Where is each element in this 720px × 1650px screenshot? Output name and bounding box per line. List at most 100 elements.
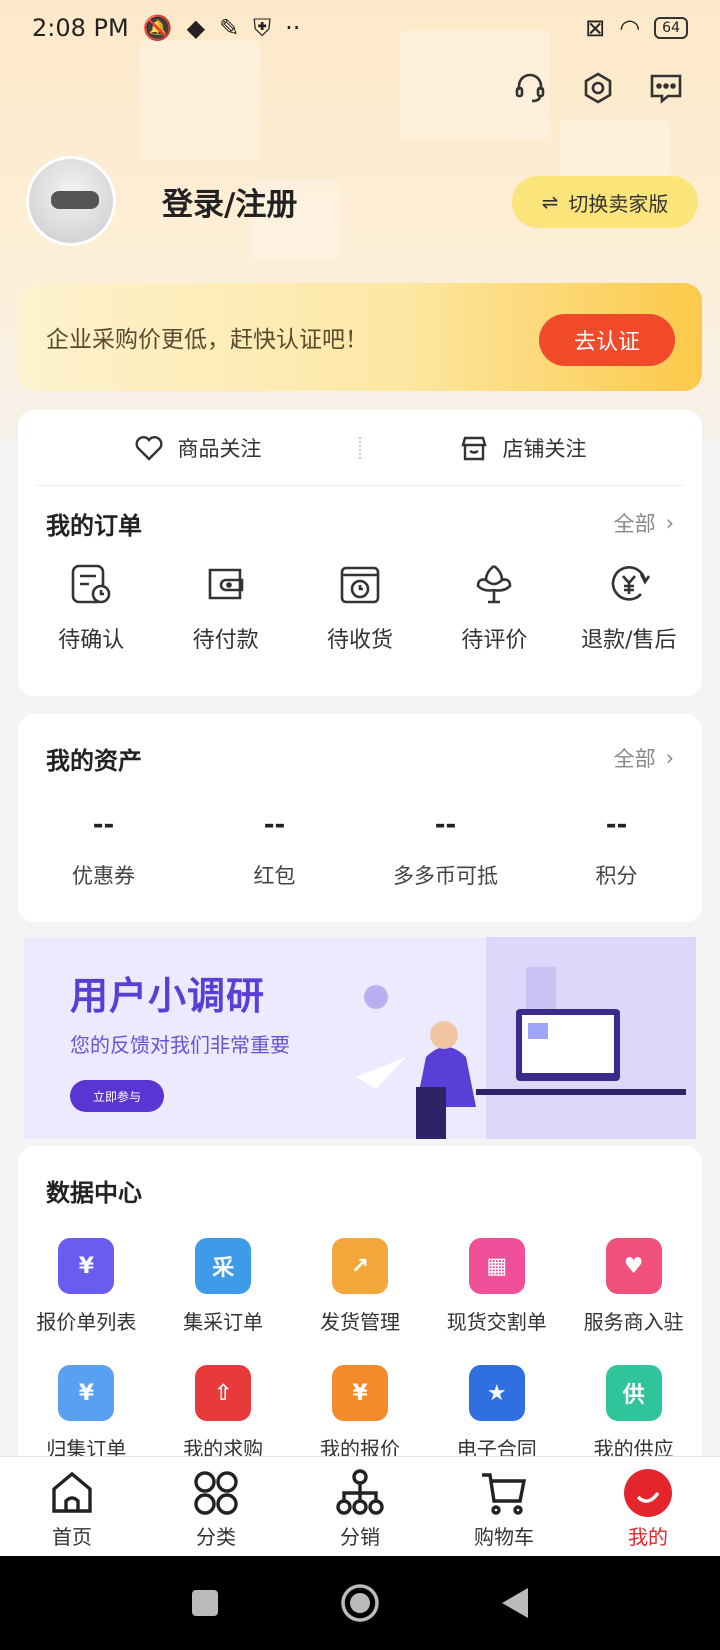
verify-button[interactable]: 去认证 (539, 314, 675, 366)
collected-orders[interactable]: ¥ 归集订单 (18, 1365, 155, 1462)
order-pending-review-label: 待评价 (461, 628, 528, 653)
home-icon (52, 1471, 92, 1513)
assets-all-link[interactable]: 全部 › (614, 743, 674, 773)
service-provider[interactable]: ♥ 服务商入驻 (565, 1238, 702, 1335)
system-nav-bar (0, 1556, 720, 1650)
my-supply[interactable]: 供 我的供应 (565, 1365, 702, 1462)
back-icon[interactable] (500, 1586, 530, 1620)
group-purchase-orders[interactable]: 采 集采订单 (155, 1238, 292, 1335)
data-center-card: 数据中心 ¥ 报价单列表 采 集采订单 ↗ 发货管理 ▦ 现货交割单 ♥ 服务商… (18, 1146, 702, 1476)
spot-delivery-label: 现货交割单 (446, 1310, 547, 1334)
service-provider-icon: ♥ (605, 1238, 662, 1294)
quote-list-icon: ¥ (58, 1238, 115, 1294)
asset-coupon[interactable]: -- 优惠券 (18, 810, 189, 890)
clip-icon: ✎ (219, 14, 240, 42)
tab-profile[interactable]: 我的 (576, 1457, 720, 1556)
survey-join-button[interactable]: 立即参与 (70, 1080, 164, 1112)
bottom-tab-bar: 首页 分类 分销 购物车 我的 (0, 1456, 720, 1556)
tab-category[interactable]: 分类 (144, 1457, 288, 1556)
asset-coupon-value: -- (92, 810, 115, 840)
data-center-header: 数据中心 (18, 1146, 702, 1234)
follow-row: 商品关注 店铺关注 (36, 410, 684, 486)
store-follow-label: 店铺关注 (502, 436, 587, 461)
order-refund[interactable]: 退款/售后 (562, 560, 696, 654)
wifi-icon: ◠ (619, 14, 641, 42)
spot-delivery[interactable]: ▦ 现货交割单 (428, 1238, 565, 1335)
shipping-management-label: 发货管理 (319, 1310, 400, 1334)
verify-banner: 企业采购价更低，赶快认证吧！ 去认证 (18, 283, 702, 391)
tab-distribution[interactable]: 分销 (288, 1457, 432, 1556)
order-pending-confirm-label: 待确认 (58, 628, 125, 653)
quote-list-label: 报价单列表 (36, 1310, 137, 1334)
data-center-grid: ¥ 报价单列表 采 集采订单 ↗ 发货管理 ▦ 现货交割单 ♥ 服务商入驻 ¥ … (18, 1234, 702, 1462)
product-follow[interactable]: 商品关注 (36, 433, 359, 463)
orders-card: 商品关注 店铺关注 我的订单 全部 › 待确认 待付款 待收货 待评价 退款/售… (18, 410, 702, 696)
chevron-right-icon: › (665, 511, 674, 535)
asset-coins[interactable]: -- 多多币可抵 (360, 810, 531, 890)
distribution-icon (336, 1469, 384, 1515)
login-register-link[interactable]: 登录/注册 (162, 179, 297, 224)
status-bar: 2:08 PM 🔕 ◆ ✎ ⛨ ·· ⊠ ◠ 64 (0, 0, 720, 56)
my-quotes[interactable]: ¥ 我的报价 (292, 1365, 429, 1462)
avatar[interactable] (26, 156, 116, 246)
tab-distribution-label: 分销 (340, 1525, 380, 1549)
order-pending-receipt[interactable]: 待收货 (293, 560, 427, 654)
cart-upload-icon: ⇧ (195, 1365, 252, 1421)
e-contracts[interactable]: ★ 电子合同 (428, 1365, 565, 1462)
profile-header: 登录/注册 (26, 156, 297, 246)
asset-red-packet-label: 红包 (253, 864, 296, 888)
survey-subtitle: 您的反馈对我们非常重要 (70, 1033, 290, 1057)
assets-row: -- 优惠券 -- 红包 -- 多多币可抵 -- 积分 (18, 802, 702, 890)
recent-apps-icon[interactable] (190, 1588, 220, 1618)
order-status-row: 待确认 待付款 待收货 待评价 退款/售后 (18, 560, 702, 654)
order-pending-receipt-label: 待收货 (327, 628, 394, 653)
store-follow[interactable]: 店铺关注 (361, 433, 684, 463)
tab-home[interactable]: 首页 (0, 1457, 144, 1556)
cart-icon (482, 1473, 527, 1515)
my-requests[interactable]: ⇧ 我的求购 (155, 1365, 292, 1462)
asset-coins-value: -- (434, 810, 457, 840)
order-pending-payment[interactable]: 待付款 (158, 560, 292, 654)
shipping-management[interactable]: ↗ 发货管理 (292, 1238, 429, 1335)
sim-off-icon: ⊠ (585, 14, 606, 42)
product-follow-label: 商品关注 (177, 436, 262, 461)
tab-cart[interactable]: 购物车 (432, 1457, 576, 1556)
asset-points[interactable]: -- 积分 (531, 810, 702, 890)
survey-banner[interactable]: 用户小调研 您的反馈对我们非常重要 立即参与 (24, 937, 696, 1139)
order-pending-confirm[interactable]: 待确认 (24, 560, 158, 654)
mute-icon: 🔕 (142, 14, 173, 42)
tab-home-label: 首页 (52, 1525, 92, 1549)
assets-all-label: 全部 (613, 747, 656, 771)
package-clock-icon (340, 566, 380, 604)
asset-points-value: -- (605, 810, 628, 840)
asset-red-packet[interactable]: -- 红包 (189, 810, 360, 890)
headset-icon[interactable] (512, 70, 548, 106)
order-pending-payment-label: 待付款 (192, 628, 259, 653)
message-icon[interactable] (648, 70, 684, 106)
wallet-icon (208, 568, 243, 600)
quote-list[interactable]: ¥ 报价单列表 (18, 1238, 155, 1335)
assets-card: 我的资产 全部 › -- 优惠券 -- 红包 -- 多多币可抵 -- 积分 (18, 714, 702, 922)
order-pending-review[interactable]: 待评价 (427, 560, 561, 654)
orders-all-link[interactable]: 全部 › (614, 508, 674, 538)
refund-icon (611, 566, 650, 601)
asset-coins-label: 多多币可抵 (393, 864, 498, 888)
assets-header: 我的资产 全部 › (18, 714, 702, 802)
contract-icon: ★ (468, 1365, 525, 1421)
swap-icon: ⇌ (541, 190, 559, 214)
orders-header: 我的订单 全部 › (18, 486, 702, 560)
home-nav-icon[interactable] (340, 1583, 380, 1623)
orders-title: 我的订单 (46, 511, 142, 540)
service-provider-label: 服务商入驻 (583, 1310, 684, 1334)
calendar-yen-icon: ¥ (58, 1365, 115, 1421)
shipping-box-icon: ↗ (331, 1238, 388, 1294)
switch-seller-button[interactable]: ⇌ 切换卖家版 (512, 176, 698, 228)
status-time: 2:08 PM (32, 14, 129, 42)
tab-cart-label: 购物车 (474, 1525, 534, 1549)
top-actions (512, 70, 684, 106)
battery-icon: 64 (654, 17, 688, 39)
settings-icon[interactable] (580, 70, 616, 106)
orders-all-label: 全部 (613, 512, 656, 536)
flower-icon (477, 564, 512, 604)
spot-delivery-icon: ▦ (468, 1238, 525, 1294)
